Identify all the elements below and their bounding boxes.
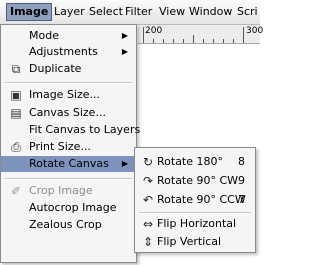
- menu-item-label: Adjustments: [29, 45, 98, 58]
- shortcut-key: 8: [238, 155, 245, 168]
- ruler-label-200: 200: [145, 26, 163, 36]
- duplicate-icon: ⧉: [11, 62, 21, 76]
- menu-item-label: Rotate Canvas: [29, 157, 109, 170]
- submenu-item-rotate-cw[interactable]: ↷ Rotate 90° CW 9: [135, 173, 255, 189]
- menu-item-label: Duplicate: [29, 62, 82, 75]
- menu-item-adjustments[interactable]: Adjustments ▶: [1, 44, 136, 60]
- canvas-size-icon: ▤: [10, 106, 22, 120]
- flip-vertical-icon: ⇕: [142, 235, 154, 249]
- shortcut-key: 7: [238, 193, 245, 206]
- menu-image[interactable]: Image: [6, 3, 53, 21]
- menu-item-crop-image[interactable]: ✐ Crop Image: [1, 183, 136, 199]
- crop-icon: ✐: [10, 184, 22, 198]
- rotate-canvas-submenu: ↻ Rotate 180° 8 ↷ Rotate 90° CW 9 ↶ Rota…: [134, 147, 256, 253]
- ruler-tick: [233, 39, 234, 43]
- ruler-tick: [163, 39, 164, 43]
- rotate-180-icon: ↻: [142, 155, 154, 169]
- ruler-tick: [173, 39, 174, 43]
- submenu-arrow-icon: ▶: [121, 159, 128, 168]
- menu-item-label: Zealous Crop: [29, 218, 102, 231]
- menu-filter[interactable]: Filter: [125, 4, 152, 20]
- ruler: 200 300: [138, 25, 264, 44]
- shortcut-key: 9: [238, 174, 245, 187]
- submenu-item-label: Flip Vertical: [157, 235, 222, 248]
- menu-item-label: Mode: [29, 29, 59, 42]
- ruler-tick: [213, 39, 214, 43]
- menu-item-label: Autocrop Image: [29, 201, 117, 214]
- menu-script[interactable]: Scri: [237, 4, 258, 20]
- menu-item-canvas-size[interactable]: ▤ Canvas Size...: [1, 105, 136, 121]
- ruler-tick: [183, 39, 184, 43]
- menu-item-label: Crop Image: [29, 184, 93, 197]
- submenu-item-label: Flip Horizontal: [157, 217, 237, 230]
- submenu-item-rotate-180[interactable]: ↻ Rotate 180° 8: [135, 154, 255, 170]
- print-size-icon: ⎙: [11, 140, 21, 154]
- menu-layer[interactable]: Layer: [54, 4, 85, 20]
- ruler-tick: [223, 39, 224, 43]
- submenu-item-label: Rotate 90° CCW: [157, 193, 246, 206]
- submenu-item-flip-vertical[interactable]: ⇕ Flip Vertical: [135, 234, 255, 250]
- submenu-item-label: Rotate 90° CW: [157, 174, 239, 187]
- menu-separator: [5, 82, 132, 84]
- ruler-label-300: 300: [246, 26, 264, 36]
- image-size-icon: ▣: [10, 88, 22, 102]
- submenu-arrow-icon: ▶: [121, 47, 128, 56]
- menu-item-fit-canvas[interactable]: Fit Canvas to Layers: [1, 122, 140, 138]
- menu-item-duplicate[interactable]: ⧉ Duplicate: [1, 61, 136, 77]
- menu-separator: [139, 212, 251, 214]
- ruler-tick: [153, 39, 154, 43]
- rotate-cw-icon: ↷: [142, 174, 154, 188]
- menu-item-rotate-canvas[interactable]: Rotate Canvas ▶: [1, 156, 136, 172]
- flip-horizontal-icon: ⇔: [142, 217, 154, 231]
- ruler-tick: [143, 27, 144, 43]
- menu-item-label: Image Size...: [29, 88, 101, 101]
- submenu-item-label: Rotate 180°: [157, 155, 224, 168]
- menu-view[interactable]: View: [159, 4, 185, 20]
- menu-select[interactable]: Select: [89, 4, 123, 20]
- submenu-arrow-icon: ▶: [121, 31, 128, 40]
- menu-item-mode[interactable]: Mode ▶: [1, 28, 136, 44]
- menu-item-zealous-crop[interactable]: Zealous Crop: [1, 217, 136, 233]
- menu-item-print-size[interactable]: ⎙ Print Size...: [1, 139, 136, 155]
- menu-window[interactable]: Window: [189, 4, 232, 20]
- menu-item-autocrop[interactable]: Autocrop Image: [1, 200, 136, 216]
- submenu-item-rotate-ccw[interactable]: ↶ Rotate 90° CCW 7: [135, 192, 255, 208]
- menu-item-label: Print Size...: [29, 140, 91, 153]
- menubar: Image Layer Select Filter View Window Sc…: [0, 0, 260, 25]
- menu-separator: [5, 178, 132, 180]
- submenu-item-flip-horizontal[interactable]: ⇔ Flip Horizontal: [135, 216, 255, 232]
- rotate-ccw-icon: ↶: [142, 193, 154, 207]
- menu-item-label: Canvas Size...: [29, 106, 106, 119]
- image-menu: Mode ▶ Adjustments ▶ ⧉ Duplicate ▣ Image…: [0, 24, 140, 263]
- ruler-tick: [203, 39, 204, 43]
- menu-item-label: Fit Canvas to Layers: [29, 123, 141, 136]
- ruler-tick: [193, 35, 194, 43]
- ruler-tick: [243, 27, 244, 43]
- menu-item-image-size[interactable]: ▣ Image Size...: [1, 87, 136, 103]
